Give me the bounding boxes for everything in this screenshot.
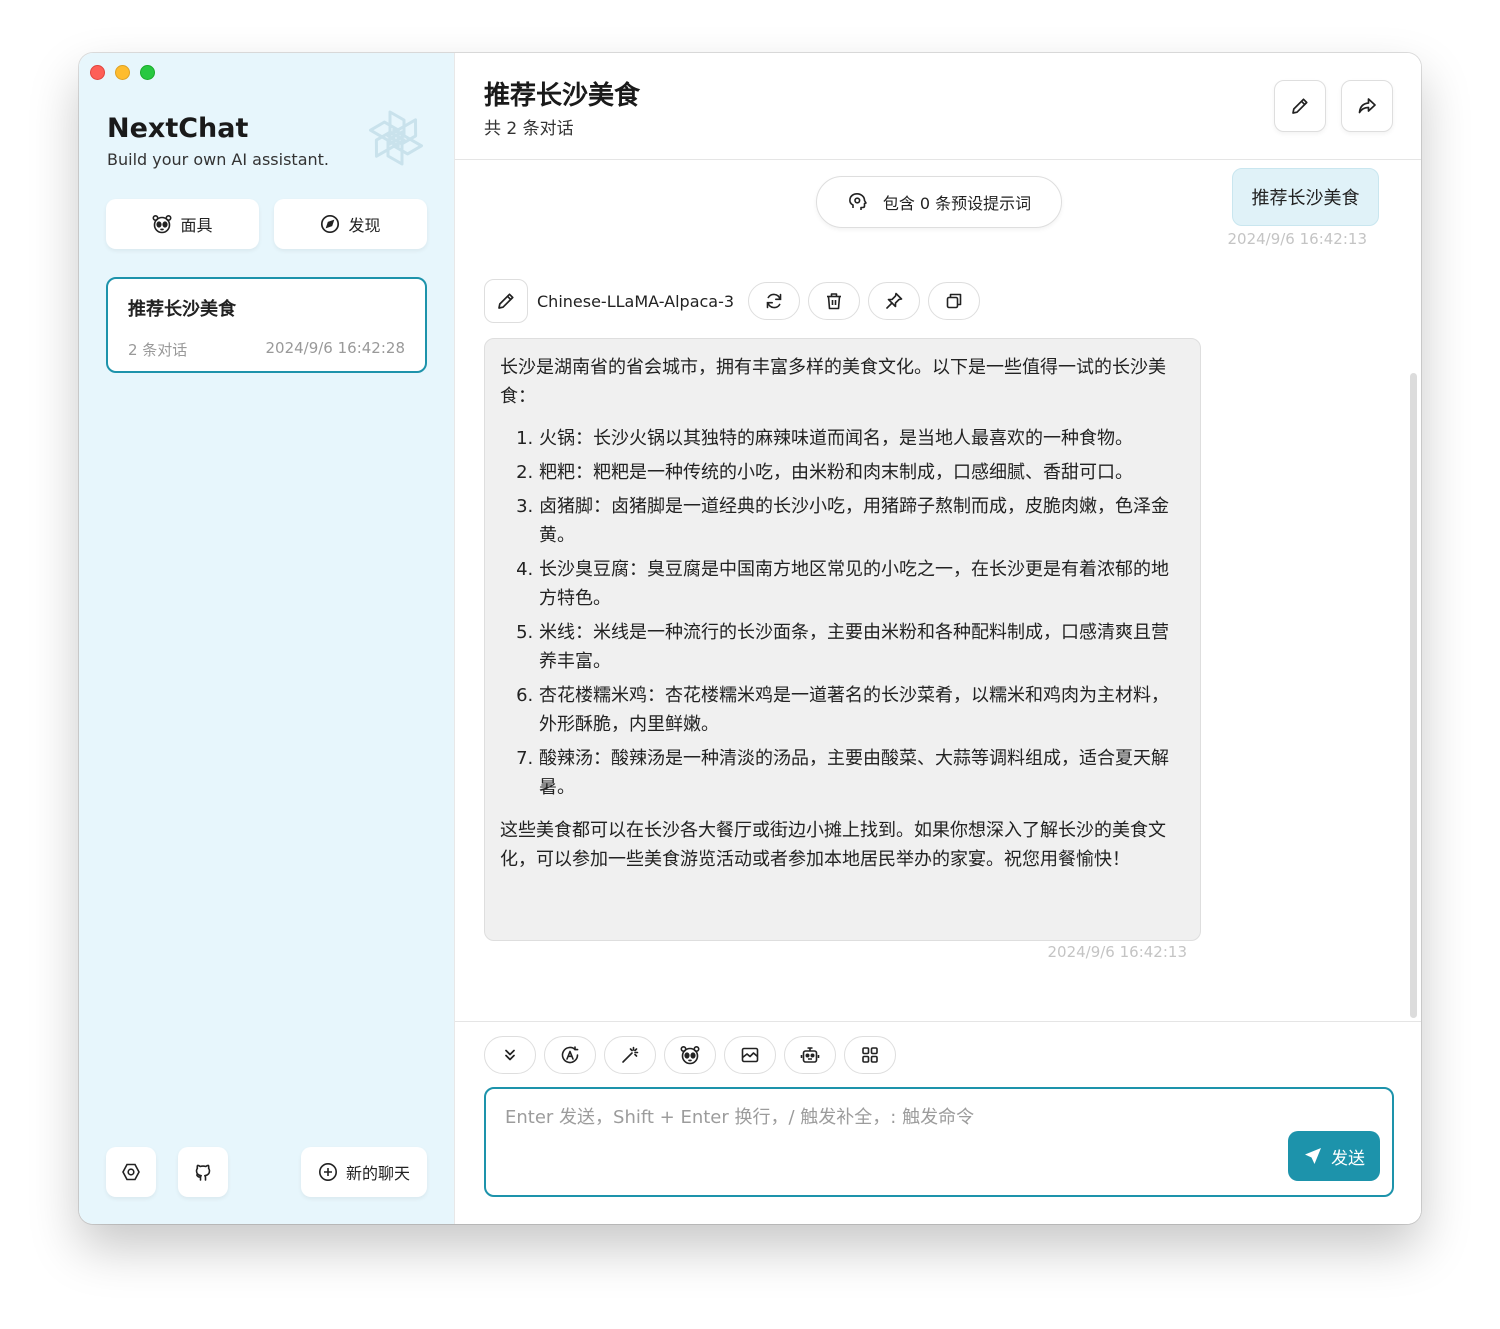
app-window: NextChat Build your own AI assistant. 面具… <box>79 53 1421 1224</box>
bot-message-time: 2024/9/6 16:42:13 <box>1047 943 1187 961</box>
list-item: 长沙臭豆腐：臭豆腐是中国南方地区常见的小吃之一，在长沙更是有着浓郁的地方特色。 <box>539 555 1185 613</box>
sidebar: NextChat Build your own AI assistant. 面具… <box>79 53 454 1224</box>
brain-icon <box>847 191 869 213</box>
app-subtitle: Build your own AI assistant. <box>107 150 329 169</box>
minimize-window-button[interactable] <box>115 65 130 80</box>
compass-icon <box>320 214 340 234</box>
model-switch-button[interactable] <box>544 1036 596 1074</box>
new-chat-button[interactable]: 新的聊天 <box>301 1147 427 1197</box>
message-input[interactable] <box>486 1089 1392 1195</box>
retry-button[interactable] <box>748 282 801 320</box>
delete-button[interactable] <box>808 282 861 320</box>
chat-list-item[interactable]: 推荐长沙美食 2 条对话 2024/9/6 16:42:28 <box>106 277 427 373</box>
maximize-window-button[interactable] <box>140 65 155 80</box>
upload-image-button[interactable] <box>724 1036 776 1074</box>
robot-a-icon <box>560 1045 580 1065</box>
pencil-icon <box>1289 95 1311 117</box>
share-icon <box>1356 95 1378 117</box>
window-controls <box>90 65 155 80</box>
grid-icon <box>860 1045 880 1065</box>
chat-item-count: 2 条对话 <box>128 341 188 359</box>
new-chat-label: 新的聊天 <box>345 1164 410 1183</box>
openai-logo-icon <box>363 105 429 171</box>
list-item: 卤猪脚：卤猪脚是一道经典的长沙小吃，用猪蹄子熬制而成，皮脆肉嫩，色泽金黄。 <box>539 492 1185 550</box>
model-name: Chinese-LLaMA-Alpaca-3 <box>537 291 735 311</box>
message-input-box: 发送 <box>484 1087 1394 1197</box>
bot-message-outro: 这些美食都可以在长沙各大餐厅或街边小摊上找到。如果你想深入了解长沙的美食文化，可… <box>500 820 1166 870</box>
close-window-button[interactable] <box>90 65 105 80</box>
discover-label: 发现 <box>348 216 381 235</box>
chat-item-title: 推荐长沙美食 <box>128 299 236 320</box>
food-list: 火锅：长沙火锅以其独特的麻辣味道而闻名，是当地人最喜欢的一种食物。 粑粑：粑粑是… <box>500 424 1185 802</box>
add-icon <box>318 1162 338 1182</box>
mask-icon <box>152 214 172 234</box>
mask-tool-button[interactable] <box>664 1036 716 1074</box>
bot-message-intro: 长沙是湖南省的省会城市，拥有丰富多样的美食文化。以下是一些值得一试的长沙美食： <box>500 357 1166 407</box>
chat-item-time: 2024/9/6 16:42:28 <box>265 339 405 357</box>
mask-icon <box>680 1045 700 1065</box>
send-icon <box>1303 1146 1323 1166</box>
input-toolbar <box>484 1036 896 1074</box>
brand: NextChat Build your own AI assistant. <box>107 113 329 169</box>
trash-icon <box>824 291 844 311</box>
discover-button[interactable]: 发现 <box>274 199 427 249</box>
bot-avatar[interactable] <box>484 279 528 323</box>
list-item: 米线：米线是一种流行的长沙面条，主要由米粉和各种配料制成，口感清爽且营养丰富。 <box>539 618 1185 676</box>
user-message-time: 2024/9/6 16:42:13 <box>1227 230 1367 248</box>
list-item: 酸辣汤：酸辣汤是一种清淡的汤品，主要由酸菜、大蒜等调料组成，适合夏天解暑。 <box>539 744 1185 802</box>
scroll-to-bottom-button[interactable] <box>484 1036 536 1074</box>
pencil-icon <box>495 290 517 312</box>
share-button[interactable] <box>1341 80 1393 132</box>
magic-wand-icon <box>620 1045 640 1065</box>
user-message-text: 推荐长沙美食 <box>1251 188 1360 209</box>
edit-chat-button[interactable] <box>1274 80 1326 132</box>
mask-label: 面具 <box>180 216 213 235</box>
github-button[interactable] <box>178 1147 228 1197</box>
send-label: 发送 <box>1331 1148 1365 1169</box>
copy-button[interactable] <box>928 282 981 320</box>
page-title: 推荐长沙美食 <box>484 81 641 111</box>
pin-button[interactable] <box>868 282 921 320</box>
robot-icon <box>800 1045 820 1065</box>
settings-button[interactable] <box>106 1147 156 1197</box>
bot-message-header: Chinese-LLaMA-Alpaca-3 <box>484 279 988 323</box>
context-prompt-button[interactable]: 包含 0 条预设提示词 <box>816 176 1062 228</box>
pin-icon <box>884 291 904 311</box>
plugin-button[interactable] <box>784 1036 836 1074</box>
prompt-magic-button[interactable] <box>604 1036 656 1074</box>
shortcuts-button[interactable] <box>844 1036 896 1074</box>
list-item: 杏花楼糯米鸡：杏花楼糯米鸡是一道著名的长沙菜肴，以糯米和鸡肉为主材料，外形酥脆，… <box>539 681 1185 739</box>
chevrons-down-icon <box>501 1046 519 1064</box>
app-title: NextChat <box>107 113 249 144</box>
chat-main: 推荐长沙美食 共 2 条对话 包含 0 条预设提示词 推荐长沙美食 2024/9… <box>454 53 1421 1224</box>
list-item: 粑粑：粑粑是一种传统的小吃，由米粉和肉末制成，口感细腻、香甜可口。 <box>539 458 1185 487</box>
refresh-icon <box>764 291 784 311</box>
copy-icon <box>944 291 964 311</box>
mask-button[interactable]: 面具 <box>106 199 259 249</box>
bot-message-bubble: 长沙是湖南省的省会城市，拥有丰富多样的美食文化。以下是一些值得一试的长沙美食： … <box>484 338 1201 941</box>
github-icon <box>193 1162 213 1182</box>
context-prompt-label: 包含 0 条预设提示词 <box>882 194 1032 213</box>
list-item: 火锅：长沙火锅以其独特的麻辣味道而闻名，是当地人最喜欢的一种食物。 <box>539 424 1185 453</box>
scrollbar[interactable] <box>1410 373 1417 1018</box>
image-icon <box>740 1045 760 1065</box>
send-button[interactable]: 发送 <box>1288 1131 1380 1181</box>
chat-header: 推荐长沙美食 共 2 条对话 <box>455 53 1421 160</box>
user-message-bubble: 推荐长沙美食 <box>1232 168 1379 226</box>
chat-input-panel: 发送 <box>455 1021 1421 1224</box>
conversation-count: 共 2 条对话 <box>484 119 574 139</box>
message-list: 包含 0 条预设提示词 推荐长沙美食 2024/9/6 16:42:13 Chi… <box>455 161 1421 1021</box>
settings-icon <box>121 1162 141 1182</box>
